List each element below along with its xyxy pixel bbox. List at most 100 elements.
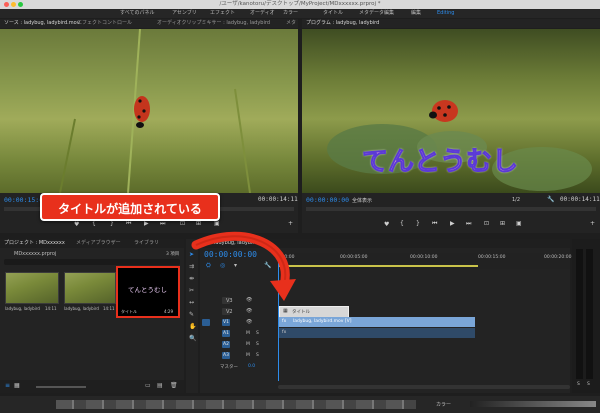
track-label[interactable]: A1	[222, 330, 230, 337]
add-button-icon[interactable]: +	[590, 220, 595, 227]
project-thumbnail-2[interactable]	[64, 272, 116, 304]
tab-libraries[interactable]: ライブラリ	[134, 239, 159, 248]
project-thumbnail-1[interactable]	[5, 272, 59, 304]
tab-project[interactable]: プロジェクト : MDxxxxxx	[4, 239, 65, 248]
new-item-icon[interactable]: ▤	[157, 382, 163, 389]
project-search-input[interactable]	[4, 259, 180, 265]
workspace-assembly[interactable]: アセンブリ	[172, 9, 197, 18]
minimize-window-icon[interactable]	[11, 2, 16, 7]
eye-icon[interactable]: 👁	[246, 319, 252, 325]
workspace-bar: すべてのパネル アセンブリ エフェクト オーディオ カラー タイトル メタデータ…	[0, 9, 600, 18]
step-forward-icon[interactable]: ⏭	[466, 220, 471, 228]
eye-icon[interactable]: 👁	[246, 308, 252, 314]
overwrite-icon[interactable]: ⊞	[196, 220, 201, 227]
step-forward-icon[interactable]: ⏭	[160, 220, 165, 228]
program-scrubber[interactable]	[306, 207, 596, 211]
timeline-scrollbar[interactable]	[278, 385, 570, 389]
workspace-editing-jp[interactable]: 編集	[411, 9, 421, 18]
work-area-bar[interactable]	[278, 265, 478, 267]
mute-toggle[interactable]: M	[246, 342, 250, 347]
workspace-editing[interactable]: Editing	[437, 9, 454, 18]
track-label[interactable]: A3	[222, 352, 230, 359]
tab-source[interactable]: ソース : ladybug, ladybird.mov	[4, 19, 80, 28]
extract-icon[interactable]: ⊞	[500, 220, 505, 227]
source-video	[0, 29, 298, 193]
tab-audio-clip-mixer[interactable]: オーディオクリップミキサー : ladybug, ladybird	[157, 19, 270, 28]
program-ratio-select[interactable]: 1/2	[512, 197, 520, 203]
track-label[interactable]: A2	[222, 341, 230, 348]
workspace-audio[interactable]: オーディオ	[250, 9, 275, 18]
clip-video-label: ladybug, ladybird.mov [V]	[293, 319, 352, 324]
source-patch-v1[interactable]	[202, 319, 210, 326]
project-item-name-1: ladybug, ladybird	[5, 306, 40, 311]
lift-icon[interactable]: ⊡	[484, 220, 489, 227]
workspace-titles[interactable]: タイトル	[323, 9, 343, 18]
zoom-window-icon[interactable]	[18, 2, 23, 7]
workspace-effects[interactable]: エフェクト	[210, 9, 235, 18]
zoom-tool-icon[interactable]: 🔍	[189, 335, 196, 342]
solo-left[interactable]: S	[577, 382, 580, 387]
delete-icon[interactable]: 🗑	[170, 382, 178, 389]
export-frame-icon[interactable]: ▣	[214, 220, 220, 227]
track-label: V2	[226, 309, 233, 315]
workspace-all-panels[interactable]: すべてのパネル	[120, 9, 154, 18]
play-icon[interactable]: ▶	[450, 220, 455, 227]
tab-effect-controls[interactable]: エフェクトコントロール	[77, 19, 132, 28]
source-panel-tabs: ソース : ladybug, ladybird.mov エフェクトコントロール …	[0, 19, 298, 28]
mute-toggle[interactable]: M	[246, 353, 250, 358]
tab-media-browser[interactable]: メディアブラウザー	[76, 239, 121, 248]
clip-audio[interactable]: fx	[279, 328, 475, 338]
pen-tool-icon[interactable]: ✎	[189, 311, 194, 318]
mark-out-icon[interactable]: }	[416, 220, 420, 227]
close-window-icon[interactable]	[4, 2, 9, 7]
program-timecode[interactable]: 00:00:00:00	[306, 196, 349, 204]
solo-toggle[interactable]: S	[256, 331, 259, 336]
icon-view-icon[interactable]: ▦	[14, 382, 20, 389]
mark-in-icon[interactable]: {	[400, 220, 404, 227]
project-item-duration-1: 14:11	[45, 306, 57, 311]
ruler-label: 00:00:05:00	[340, 255, 368, 260]
project-item-duration-2: 14:11	[103, 306, 115, 311]
project-thumbnail-title[interactable]: てんとうむし タイトル 4:29	[116, 266, 180, 318]
mark-in-icon[interactable]: {	[92, 220, 96, 227]
add-button-icon[interactable]: +	[288, 220, 293, 227]
mark-out-icon[interactable]: }	[110, 220, 114, 227]
workspace-color[interactable]: カラー	[283, 9, 298, 18]
marker-icon[interactable]: ♥	[384, 221, 389, 228]
annotation-arrow	[191, 231, 296, 301]
project-file-name: MDxxxxxx.prproj	[14, 251, 57, 257]
step-back-icon[interactable]: ⏮	[432, 220, 437, 228]
program-fit-select[interactable]: 全体表示	[352, 197, 372, 204]
zoom-slider[interactable]	[36, 386, 86, 388]
list-view-icon[interactable]: ≡	[5, 382, 10, 389]
solo-toggle[interactable]: S	[256, 342, 259, 347]
ladybug-shape	[432, 100, 458, 122]
export-frame-icon[interactable]: ▣	[516, 220, 522, 227]
settings-wrench-icon[interactable]: 🔧	[547, 196, 554, 203]
track-label[interactable]: V1	[222, 319, 230, 326]
ruler-label: 00:00:10:00	[410, 255, 438, 260]
insert-icon[interactable]: ⊡	[180, 220, 185, 227]
solo-toggle[interactable]: S	[256, 353, 259, 358]
new-bin-icon[interactable]: ▭	[145, 382, 151, 389]
project-panel: プロジェクト : MDxxxxxx メディアブラウザー ライブラリ MDxxxx…	[0, 239, 184, 393]
tab-program[interactable]: プログラム : ladybug, ladybird	[306, 19, 379, 28]
project-item-duration-3: 4:29	[164, 309, 173, 314]
bottom-status-bar: カラー	[0, 396, 600, 413]
track-a1: A1 M S	[200, 329, 278, 339]
clip-title-icon: ▦	[283, 308, 288, 314]
solo-right[interactable]: S	[587, 382, 590, 387]
clip-video[interactable]: fx ladybug, ladybird.mov [V]	[279, 317, 475, 327]
hand-tool-icon[interactable]: ✋	[189, 323, 196, 330]
workspace-metadata[interactable]: メタデータ編集	[359, 9, 394, 18]
step-back-icon[interactable]: ⏮	[126, 220, 131, 228]
tab-metadata[interactable]: メタ	[286, 19, 296, 28]
mute-toggle[interactable]: M	[246, 331, 250, 336]
play-icon[interactable]: ▶	[144, 220, 149, 227]
ruler-label: 00:00:15:00	[478, 255, 506, 260]
timeline-ruler[interactable]: :00:00 00:00:05:00 00:00:10:00 00:00:15:…	[278, 253, 571, 269]
marker-icon[interactable]: ♥	[74, 221, 79, 228]
color-ramp[interactable]	[470, 401, 596, 407]
master-value[interactable]: 0.0	[248, 364, 255, 369]
color-label: カラー	[436, 402, 452, 408]
